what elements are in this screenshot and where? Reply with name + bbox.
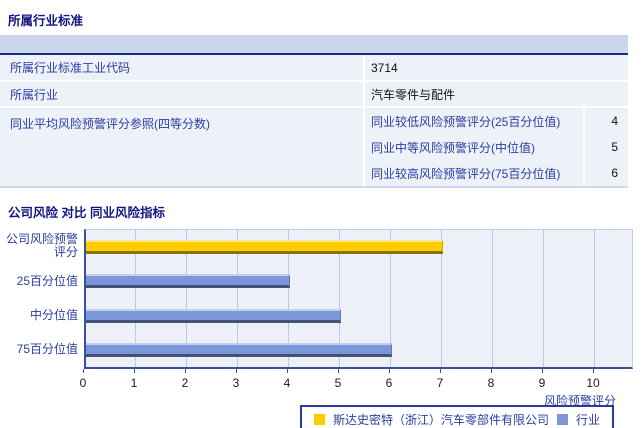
bar-75百分位值 [86, 343, 392, 357]
axis-tick [134, 369, 135, 373]
peer-score-row-median: 同业中等风险预警评分(中位值) 5 [365, 134, 628, 160]
bar-公司风险预警评分 [86, 240, 443, 254]
gridline [492, 230, 493, 367]
legend-swatch-industry [557, 413, 569, 425]
category-label: 公司风险预警评分 [5, 232, 78, 259]
row-label: 所属行业 [0, 82, 365, 106]
peer-score-row-low: 同业较低风险预警评分(25百分位值) 4 [365, 108, 628, 134]
bar-25百分位值 [86, 274, 290, 288]
chart-legend: 斯达史密特（浙江）汽车零部件有限公司 行业 [300, 405, 615, 428]
peer-score-value: 6 [583, 160, 628, 186]
row-label: 所属行业标准工业代码 [0, 55, 365, 80]
peer-score-label: 同业较高风险预警评分(75百分位值) [371, 166, 561, 181]
axis-tick-label: 7 [436, 376, 444, 390]
table-row-peer-scores: 同业平均风险预警评分参照(四等分数) 同业较低风险预警评分(25百分位值) 4 … [0, 108, 628, 186]
axis-tick [236, 369, 237, 373]
gridline [594, 230, 595, 367]
bar-中分位值 [86, 309, 341, 323]
axis-tick-label: 10 [586, 376, 600, 390]
axis-tick [389, 369, 390, 373]
category-label: 25百分位值 [16, 274, 78, 288]
axis-tick [542, 369, 543, 373]
axis-tick-label: 0 [79, 376, 87, 390]
axis-tick [83, 369, 84, 373]
axis-tick [185, 369, 186, 373]
chart-plot-area [84, 229, 633, 369]
row-label: 同业平均风险预警评分参照(四等分数) [0, 108, 365, 186]
section-title-risk-comparison: 公司风险 对比 同业风险指标 [8, 206, 165, 220]
axis-tick-label: 2 [181, 376, 189, 390]
axis-tick-label: 8 [487, 376, 495, 390]
axis-tick [440, 369, 441, 373]
risk-report-page: 所属行业标准 所属行业标准工业代码 3714 所属行业 汽车零件与配件 同业平均… [0, 0, 642, 428]
peer-score-list: 同业较低风险预警评分(25百分位值) 4 同业中等风险预警评分(中位值) 5 同… [365, 108, 628, 186]
table-header-band [0, 35, 628, 55]
axis-tick [338, 369, 339, 373]
peer-score-row-high: 同业较高风险预警评分(75百分位值) 6 [365, 160, 628, 186]
axis-tick [287, 369, 288, 373]
axis-tick [593, 369, 594, 373]
risk-comparison-bar-chart: 公司风险预警评分 25百分位值 中分位值 75百分位值 0 1 2 3 4 5 6 7 8 9 10 风险… [0, 229, 642, 428]
category-label: 中分位值 [29, 308, 78, 322]
axis-tick-label: 3 [232, 376, 240, 390]
table-row-sic-code: 所属行业标准工业代码 3714 [0, 55, 628, 82]
industry-standard-table: 所属行业标准工业代码 3714 所属行业 汽车零件与配件 同业平均风险预警评分参… [0, 35, 628, 188]
peer-score-value: 5 [583, 134, 628, 160]
legend-swatch-company [314, 413, 325, 425]
gridline [543, 230, 544, 367]
peer-score-label: 同业较低风险预警评分(25百分位值) [371, 114, 561, 129]
peer-score-value: 4 [583, 108, 628, 134]
axis-tick-label: 1 [130, 376, 138, 390]
section-title-industry-standard: 所属行业标准 [8, 14, 84, 28]
axis-tick-label: 6 [385, 376, 393, 390]
legend-label-industry: 行业 [576, 412, 601, 427]
axis-tick-label: 5 [334, 376, 342, 390]
table-row-industry: 所属行业 汽车零件与配件 [0, 82, 628, 108]
row-value: 3714 [371, 60, 398, 75]
axis-tick-label: 4 [283, 376, 291, 390]
legend-label-company: 斯达史密特（浙江）汽车零部件有限公司 [333, 412, 550, 427]
row-value: 汽车零件与配件 [371, 87, 456, 102]
axis-tick-label: 9 [538, 376, 546, 390]
category-label: 75百分位值 [16, 342, 78, 356]
peer-score-label: 同业中等风险预警评分(中位值) [371, 140, 535, 155]
axis-tick [491, 369, 492, 373]
